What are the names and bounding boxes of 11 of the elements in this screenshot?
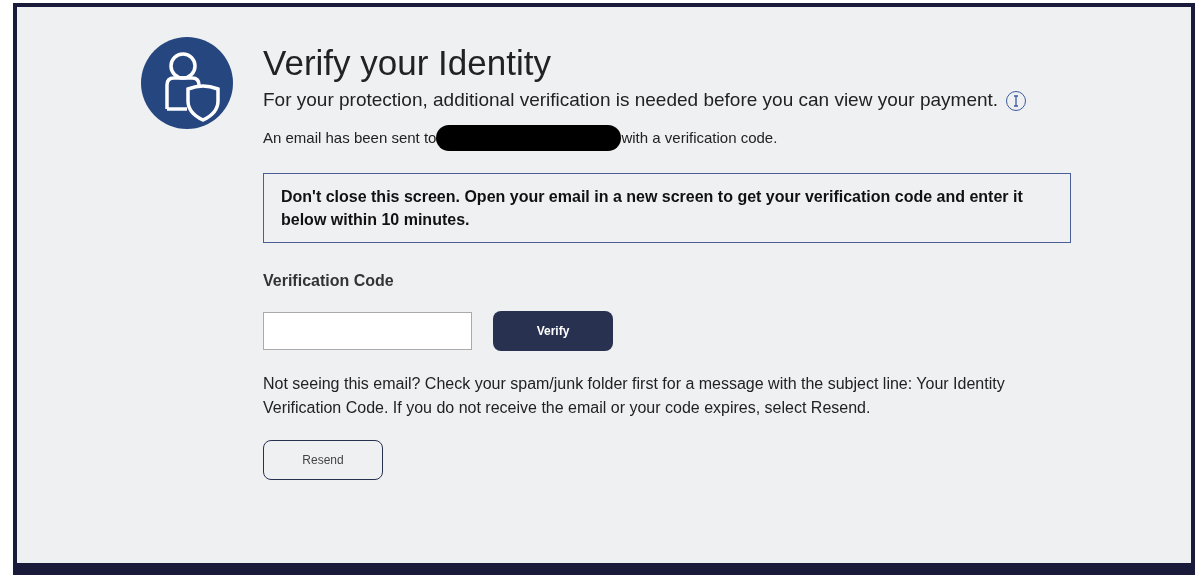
verification-code-input[interactable] xyxy=(263,312,472,350)
field-label: Verification Code xyxy=(263,271,395,291)
verify-button[interactable]: Verify xyxy=(493,311,613,351)
user-shield-icon xyxy=(141,37,233,129)
intro-text: For your protection, additional verification is needed before you can view your payment. xyxy=(263,89,999,110)
page-title: Verify your Identity xyxy=(263,43,552,83)
warning-text: Don't close this screen. Open your email in a new screen to get your verification code and enter it below within 10 minutes. xyxy=(281,187,1024,230)
help-text: Not seeing this email? Check your spam/junk folder first for a message with the subject line: Your Identity Verification Code. If you do not receive the email or your code expires, select Resend. xyxy=(263,374,1006,418)
email-sent-text: with a verification code. xyxy=(621,127,778,148)
email-sent-text: An email has been sent to xyxy=(263,127,437,148)
resend-button[interactable]: Resend xyxy=(263,440,383,480)
